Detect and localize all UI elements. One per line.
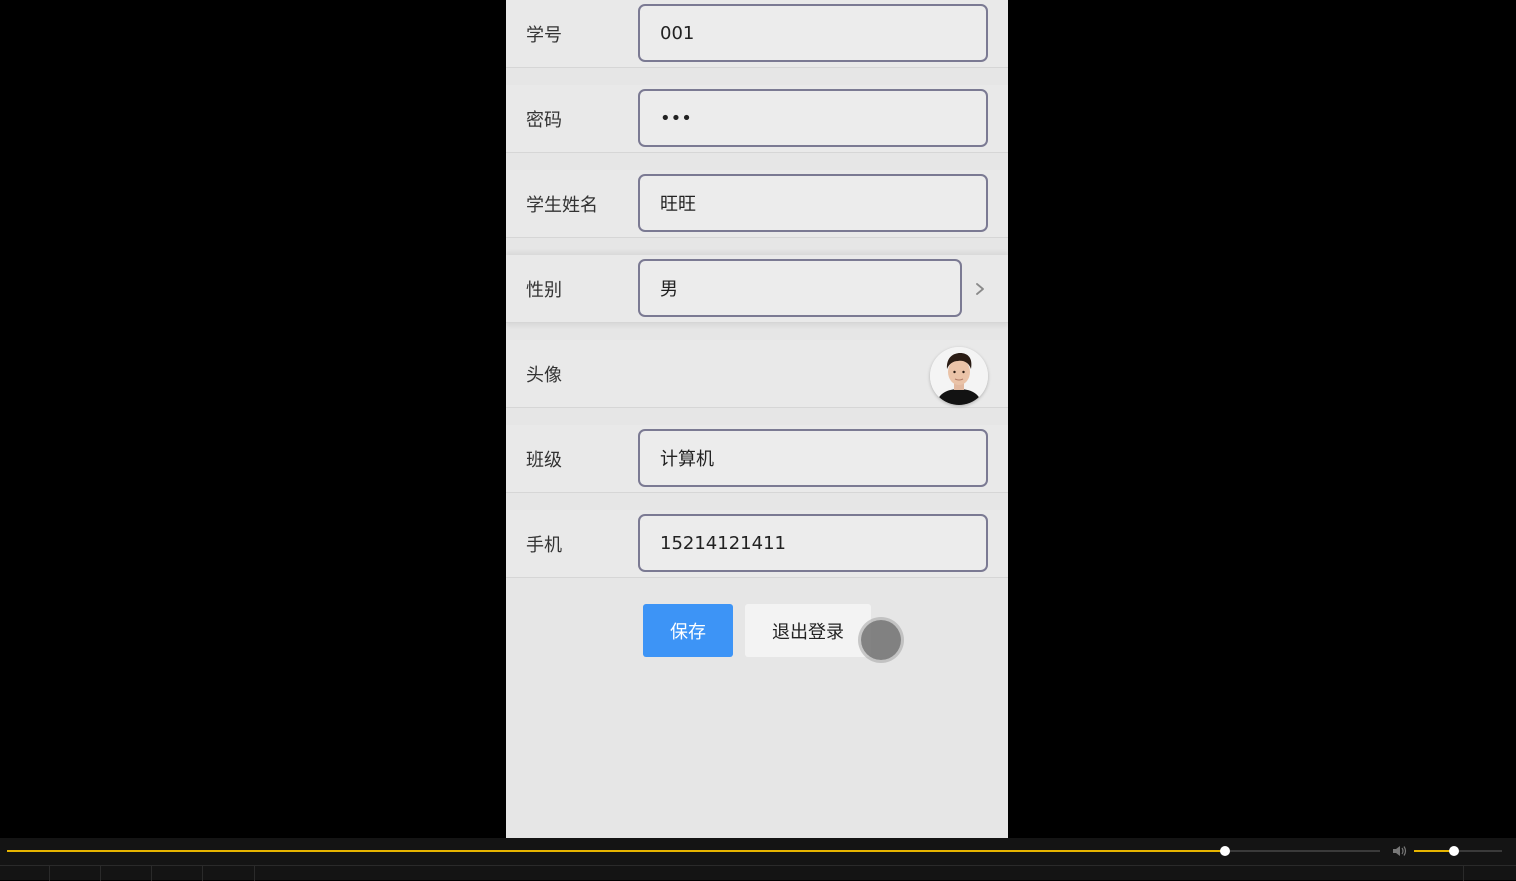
student-name-label: 学生姓名 xyxy=(526,194,598,216)
form-row-password: 密码 xyxy=(506,85,1008,153)
toolbar-button[interactable] xyxy=(0,866,50,881)
save-button[interactable]: 保存 xyxy=(643,604,733,657)
student-id-input[interactable] xyxy=(638,4,988,62)
volume-fill xyxy=(1414,850,1454,852)
gender-label: 性别 xyxy=(526,279,562,301)
avatar[interactable] xyxy=(930,347,988,405)
toolbar-divider xyxy=(1463,866,1464,881)
form-row-student-name: 学生姓名 xyxy=(506,170,1008,238)
student-name-input[interactable] xyxy=(638,174,988,232)
touch-cursor-indicator xyxy=(861,620,901,660)
gender-select[interactable] xyxy=(638,259,962,317)
form-row-phone: 手机 xyxy=(506,510,1008,578)
form-row-avatar: 头像 xyxy=(506,340,1008,408)
password-label: 密码 xyxy=(526,109,562,131)
toolbar-button[interactable] xyxy=(101,866,152,881)
class-label: 班级 xyxy=(526,449,562,471)
phone-label: 手机 xyxy=(526,534,562,556)
video-viewport: 学号 密码 学生姓名 性别 头像 xyxy=(0,0,1516,838)
form-row-class: 班级 xyxy=(506,425,1008,493)
progress-handle[interactable] xyxy=(1219,846,1230,856)
progress-bar[interactable] xyxy=(7,846,1380,856)
logout-button[interactable]: 退出登录 xyxy=(745,604,871,657)
student-id-label: 学号 xyxy=(526,24,562,46)
volume-handle[interactable] xyxy=(1448,846,1459,856)
progress-fill xyxy=(7,850,1225,852)
password-input[interactable] xyxy=(638,89,988,147)
form-row-gender[interactable]: 性别 xyxy=(506,255,1008,323)
toolbar-button[interactable] xyxy=(152,866,203,881)
phone-input[interactable] xyxy=(638,514,988,572)
form-row-student-id: 学号 xyxy=(506,0,1008,68)
speaker-icon[interactable] xyxy=(1392,844,1408,858)
player-toolbar xyxy=(0,865,1516,881)
volume-slider[interactable] xyxy=(1414,846,1502,856)
avatar-portrait-icon xyxy=(930,347,988,405)
video-player-controls xyxy=(0,838,1516,881)
mobile-screen: 学号 密码 学生姓名 性别 头像 xyxy=(506,0,1008,838)
chevron-right-icon[interactable] xyxy=(974,283,986,295)
avatar-label: 头像 xyxy=(526,364,562,386)
toolbar-button[interactable] xyxy=(203,866,255,881)
toolbar-button[interactable] xyxy=(50,866,101,881)
class-input[interactable] xyxy=(638,429,988,487)
